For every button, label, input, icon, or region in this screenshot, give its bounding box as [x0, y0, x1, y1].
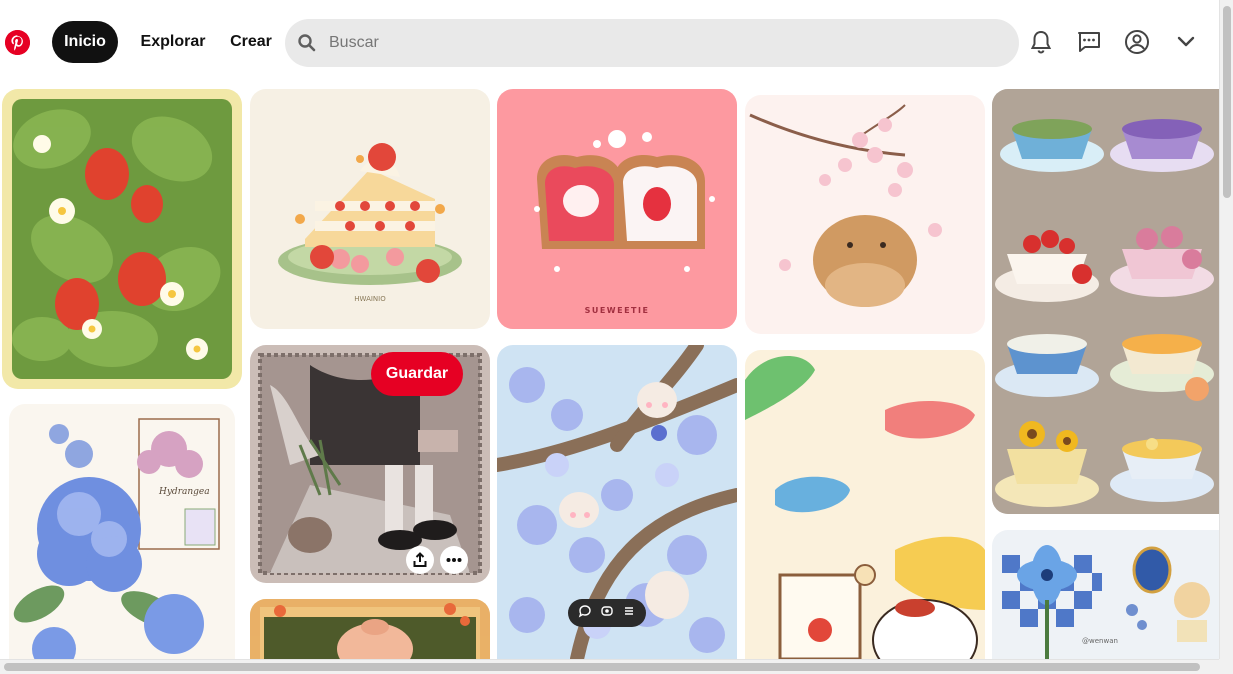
top-navigation-bar: Inicio Explorar Crear — [0, 0, 1219, 84]
menu-icon[interactable] — [622, 604, 636, 623]
nav-explore-button[interactable]: Explorar — [132, 21, 214, 63]
sticker-signature: @wenwan — [1082, 637, 1118, 645]
pin-toast-kawaii[interactable]: SUEWEETIE — [497, 89, 737, 329]
search-icon — [297, 33, 317, 53]
pin-strawberry-pattern[interactable] — [2, 89, 242, 389]
pin-teacups-collection[interactable] — [992, 89, 1219, 514]
vertical-scrollbar-thumb[interactable] — [1223, 6, 1231, 198]
pin-strawberry-cake[interactable]: HWAINIO — [250, 89, 490, 329]
save-button[interactable]: Guardar — [371, 352, 463, 396]
bell-icon[interactable] — [1027, 28, 1055, 56]
user-icon[interactable] — [1123, 28, 1151, 56]
comment-icon[interactable] — [578, 604, 592, 623]
pin-hydrangea-collage[interactable]: Hydrangea — [9, 404, 235, 659]
toast-caption: SUEWEETIE — [585, 306, 650, 315]
chevron-down-icon[interactable] — [1172, 28, 1200, 56]
pin-teapot-plaid[interactable] — [250, 599, 490, 659]
pinterest-logo-icon[interactable] — [5, 30, 30, 55]
hydrangea-title: Hydrangea — [158, 487, 210, 497]
share-icon[interactable] — [406, 546, 434, 574]
nav-create-button[interactable]: Crear — [222, 21, 280, 63]
pin-blue-flower-stickers[interactable]: @wenwan — [992, 530, 1219, 659]
pin-guinea-pig-sakura[interactable] — [745, 95, 985, 334]
image-tools-pill — [568, 599, 646, 627]
search-input[interactable] — [329, 19, 1009, 67]
scrollbar-corner — [1219, 659, 1233, 674]
cake-signature: HWAINIO — [354, 295, 386, 303]
lens-icon[interactable] — [600, 604, 614, 623]
nav-home-button[interactable]: Inicio — [52, 21, 118, 63]
search-bar[interactable] — [285, 19, 1019, 67]
pin-painter-cat[interactable] — [745, 350, 985, 659]
vertical-scrollbar[interactable] — [1219, 0, 1233, 674]
more-options-icon[interactable] — [440, 546, 468, 574]
chat-icon[interactable] — [1075, 28, 1103, 56]
horizontal-scrollbar-thumb[interactable] — [4, 663, 1200, 671]
horizontal-scrollbar[interactable] — [0, 659, 1219, 674]
